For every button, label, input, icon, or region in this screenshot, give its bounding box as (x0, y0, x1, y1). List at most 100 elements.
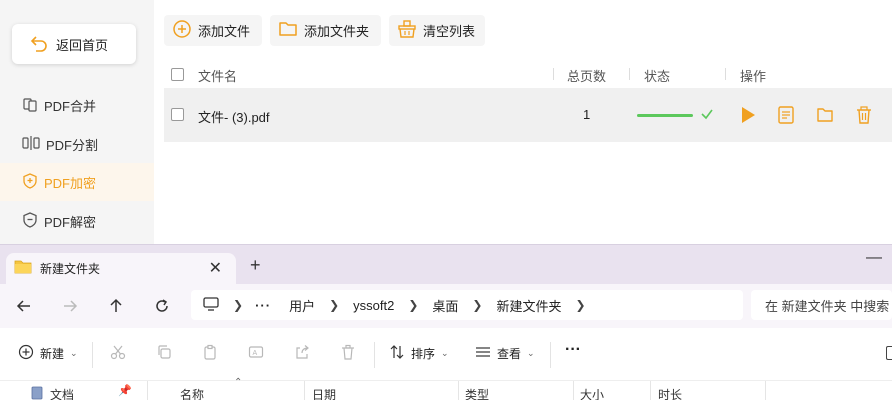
title-bar: 新建文件夹 ✕ + — (0, 245, 892, 284)
col-duration[interactable]: 时长 (658, 386, 682, 400)
col-type[interactable]: 类型 (465, 386, 489, 400)
add-file-button[interactable]: 添加文件 (164, 15, 262, 46)
new-button[interactable]: 新建 ⌄ (18, 344, 78, 363)
chevron-right-icon[interactable]: ❯ (408, 298, 418, 312)
view-label: 查看 (497, 347, 522, 361)
add-folder-button[interactable]: 添加文件夹 (270, 15, 381, 46)
paste-button[interactable] (202, 344, 218, 363)
svg-text:A: A (253, 350, 258, 357)
column-divider (629, 68, 630, 80)
trash-icon[interactable] (855, 105, 873, 128)
sidebar-item-split[interactable]: PDF分割 (0, 125, 154, 163)
folder-icon (278, 19, 298, 42)
column-divider (573, 381, 574, 400)
column-divider (725, 68, 726, 80)
chevron-right-icon[interactable]: ❯ (575, 298, 585, 312)
rename-button[interactable]: A (248, 344, 264, 363)
chevron-up-icon: ⌃ (234, 377, 243, 388)
column-divider (458, 381, 459, 400)
minimize-icon[interactable]: — (866, 249, 882, 267)
divider (374, 342, 375, 368)
address-bar[interactable]: ❯ ··· 用户 ❯ yssoft2 ❯ 桌面 ❯ 新建文件夹 ❯ (191, 290, 743, 320)
share-button[interactable] (294, 344, 310, 363)
back-arrow-icon[interactable] (12, 294, 36, 318)
breadcrumb-item[interactable]: 用户 (289, 296, 315, 315)
nav-pane-documents[interactable]: 文档 (30, 386, 74, 400)
basket-icon (397, 19, 417, 42)
divider (550, 342, 551, 368)
col-status: 状态 (644, 69, 671, 84)
open-folder-icon[interactable] (816, 105, 834, 128)
col-actions: 操作 (740, 69, 767, 84)
sidebar-item-merge[interactable]: PDF合并 (0, 86, 154, 124)
play-icon[interactable] (739, 105, 757, 128)
col-filename: 文件名 (198, 69, 238, 84)
column-divider (147, 381, 148, 400)
sidebar: 返回首页 PDF合并 PDF分割 PDF加密 PDF解密 (0, 0, 154, 244)
delete-button[interactable] (340, 344, 356, 363)
cut-button[interactable] (110, 344, 126, 363)
back-home-button[interactable]: 返回首页 (12, 24, 136, 64)
breadcrumb-item[interactable]: 新建文件夹 (496, 296, 561, 315)
share-icon (294, 344, 310, 363)
file-table-header: 文件名 总页数 状态 操作 (164, 62, 892, 86)
sort-label: 排序 (411, 347, 436, 361)
file-list-header: 文档 📌 ⌃ 名称 日期 类型 大小 时长 (0, 377, 892, 400)
column-divider (765, 381, 766, 400)
document-icon (30, 386, 44, 400)
pin-icon[interactable]: 📌 (118, 384, 132, 397)
chevron-right-icon[interactable]: ❯ (472, 298, 482, 312)
sidebar-item-label: PDF解密 (44, 214, 97, 230)
sort-button[interactable]: 排序 ⌄ (389, 344, 449, 363)
close-icon[interactable]: ✕ (209, 258, 222, 278)
breadcrumb-item[interactable]: 桌面 (432, 296, 458, 315)
sidebar-item-label: PDF分割 (46, 137, 99, 153)
main-panel: 添加文件 添加文件夹 清空列表 文件名 总页数 状态 操作 文件- (3).pd… (154, 0, 892, 244)
sidebar-item-decrypt[interactable]: PDF解密 (0, 202, 154, 240)
row-progress-bar (637, 114, 693, 117)
add-file-label: 添加文件 (198, 24, 251, 39)
check-icon (700, 107, 714, 124)
breadcrumb-item[interactable]: yssoft2 (353, 298, 394, 313)
monitor-icon (203, 296, 219, 315)
chevron-right-icon[interactable]: ❯ (329, 298, 339, 312)
chevron-right-icon[interactable]: ❯ (233, 298, 243, 312)
clear-list-button[interactable]: 清空列表 (389, 15, 485, 46)
document-icon[interactable] (777, 105, 795, 128)
sidebar-item-encrypt[interactable]: PDF加密 (0, 163, 154, 201)
folder-icon (14, 259, 32, 278)
plus-circle-icon (18, 344, 34, 363)
divider (92, 342, 93, 368)
tab-title: 新建文件夹 (40, 262, 101, 276)
forward-arrow-icon[interactable] (58, 294, 82, 318)
tab-new-folder[interactable]: 新建文件夹 ✕ (6, 253, 236, 284)
scissors-icon (110, 344, 126, 363)
add-folder-label: 添加文件夹 (304, 24, 370, 39)
view-button[interactable]: 查看 ⌄ (475, 344, 535, 363)
up-arrow-icon[interactable] (104, 294, 128, 318)
col-date[interactable]: 日期 (312, 386, 336, 400)
column-divider (650, 381, 651, 400)
col-name[interactable]: 名称 (180, 386, 204, 400)
view-list-icon (475, 344, 491, 363)
back-arrow-icon (30, 34, 48, 55)
details-pane-icon[interactable] (886, 346, 892, 360)
more-locations-icon[interactable]: ··· (255, 298, 271, 313)
back-home-label: 返回首页 (56, 37, 109, 53)
trash-icon (340, 344, 356, 363)
col-size[interactable]: 大小 (580, 386, 604, 400)
refresh-icon[interactable] (150, 294, 174, 318)
search-input[interactable]: 在 新建文件夹 中搜索 (751, 290, 892, 320)
copy-button[interactable] (156, 344, 172, 363)
rename-icon: A (248, 344, 264, 363)
clear-list-label: 清空列表 (423, 24, 476, 39)
more-options-button[interactable]: ··· (565, 341, 581, 359)
select-all-checkbox[interactable] (171, 68, 184, 81)
row-checkbox[interactable] (171, 108, 184, 121)
plus-circle-icon (172, 19, 192, 42)
new-tab-icon[interactable]: + (250, 255, 261, 276)
sort-icon (389, 344, 405, 363)
table-row[interactable]: 文件- (3).pdf 1 (164, 88, 892, 142)
column-divider (304, 381, 305, 400)
clipboard-icon (202, 344, 218, 363)
